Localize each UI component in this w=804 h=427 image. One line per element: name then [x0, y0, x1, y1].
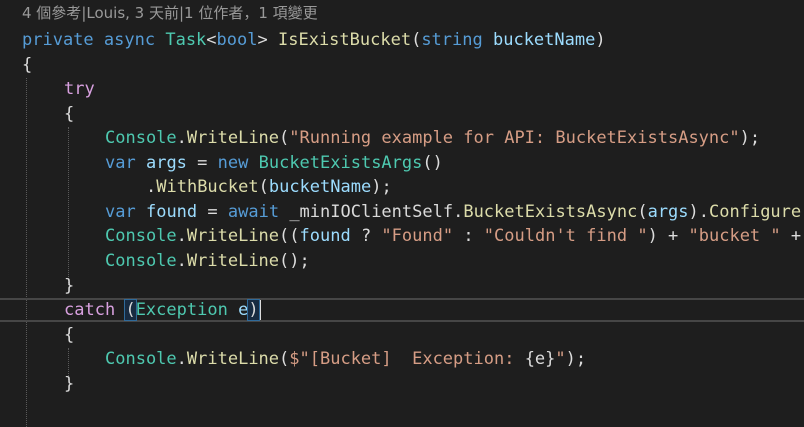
- keyword-await: await: [227, 202, 280, 222]
- paren-open: (: [258, 177, 269, 197]
- method-configure: Configure: [709, 202, 802, 222]
- dot: .: [176, 349, 187, 369]
- paren-close-matched: ): [247, 299, 260, 321]
- interpolation-hole: {e}: [524, 349, 556, 369]
- param-bucket-name: bucketName: [492, 30, 596, 50]
- paren-open: (: [411, 30, 422, 50]
- code-line-11[interactable]: }: [64, 274, 74, 299]
- ident-args: args: [145, 153, 187, 173]
- statement-end: ();: [279, 251, 310, 271]
- code-line-5[interactable]: Console.WriteLine("Running example for A…: [105, 126, 760, 151]
- paren-open: ((: [279, 226, 300, 246]
- code-line-13[interactable]: {: [64, 323, 74, 348]
- concat-operator: +: [780, 226, 802, 246]
- brace-close: }: [64, 276, 75, 296]
- statement-end: );: [565, 349, 587, 369]
- code-line-2[interactable]: {: [22, 53, 32, 78]
- keyword-var: var: [105, 202, 136, 222]
- keyword-string: string: [421, 30, 483, 50]
- codelens-author-link[interactable]: Louis, 3 天前: [86, 4, 179, 22]
- dot: .: [176, 128, 187, 148]
- keyword-try: try: [64, 79, 95, 99]
- call-parens: (): [422, 153, 443, 173]
- ident-e: e: [238, 300, 249, 320]
- type-console: Console: [105, 128, 177, 148]
- code-line-7[interactable]: .WithBucket(bucketName);: [146, 175, 392, 200]
- type-console: Console: [105, 349, 177, 369]
- code-line-12[interactable]: catch (Exception e): [64, 298, 261, 323]
- dot: .: [146, 177, 157, 197]
- keyword-bool: bool: [216, 30, 258, 50]
- code-line-1[interactable]: private async Task<bool> IsExistBucket(s…: [22, 28, 606, 53]
- brace-open: {: [64, 325, 75, 345]
- paren-open: (: [637, 202, 648, 222]
- dot: .: [176, 251, 187, 271]
- paren-close-dot: ).: [688, 202, 710, 222]
- method-bucket-exists-async: BucketExistsAsync: [463, 202, 638, 222]
- codelens-references-link[interactable]: 4 個參考: [22, 4, 81, 22]
- ident-found: found: [145, 202, 198, 222]
- method-writeline: WriteLine: [186, 128, 280, 148]
- string-couldnt-find: "Couldn't find ": [483, 226, 648, 246]
- keyword-new: new: [217, 153, 249, 173]
- generic-close: >: [257, 30, 268, 50]
- string-bucket: "bucket ": [688, 226, 781, 246]
- paren-open: (: [279, 349, 290, 369]
- code-line-8[interactable]: var found = await _minIOClientSelf.Bucke…: [105, 200, 801, 225]
- type-task: Task: [165, 30, 207, 50]
- dot: .: [453, 202, 464, 222]
- keyword-catch: catch: [64, 300, 116, 320]
- indent-guide-method: [26, 78, 27, 427]
- method-writeline: WriteLine: [186, 226, 280, 246]
- statement-end: );: [739, 128, 761, 148]
- keyword-private: private: [22, 30, 94, 50]
- paren-open-matched: (: [124, 299, 137, 321]
- dot: .: [176, 226, 187, 246]
- code-line-14[interactable]: Console.WriteLine($"[Bucket] Exception: …: [105, 347, 586, 372]
- assign-operator: =: [186, 153, 218, 173]
- ternary-question: ?: [350, 226, 382, 246]
- string-found: "Found": [381, 226, 454, 246]
- generic-open: <: [206, 30, 217, 50]
- code-line-9[interactable]: Console.WriteLine((found ? "Found" : "Co…: [105, 224, 801, 249]
- code-line-4[interactable]: {: [64, 102, 74, 127]
- type-console: Console: [105, 226, 177, 246]
- type-bucket-exists-args: BucketExistsArgs: [258, 153, 423, 173]
- ternary-colon: :: [453, 226, 484, 246]
- paren-close: ): [595, 30, 606, 50]
- code-line-3[interactable]: try: [64, 77, 95, 102]
- arg-bucket-name: bucketName: [268, 177, 372, 197]
- indent-guide-try-block: [68, 127, 69, 285]
- interpolated-string-end: ": [555, 349, 566, 369]
- interpolated-string: $"[Bucket] Exception:: [289, 349, 525, 369]
- code-line-10[interactable]: Console.WriteLine();: [105, 249, 310, 274]
- method-name: IsExistBucket: [278, 30, 412, 50]
- codelens-bar: 4 個參考|Louis, 3 天前|1 位作者，1 項變更: [22, 2, 318, 24]
- method-writeline: WriteLine: [186, 251, 280, 271]
- field-minio-client: _minIOClientSelf: [289, 202, 454, 222]
- paren-open: (: [279, 128, 290, 148]
- type-exception: Exception: [135, 300, 228, 320]
- brace-open: {: [22, 55, 33, 75]
- string-literal: "Running example for API: BucketExistsAs…: [289, 128, 740, 148]
- brace-close: }: [64, 374, 75, 394]
- method-withbucket: WithBucket: [156, 177, 259, 197]
- method-writeline: WriteLine: [186, 349, 280, 369]
- codelens-changes-link[interactable]: 1 位作者，1 項變更: [184, 4, 318, 22]
- keyword-async: async: [103, 30, 156, 50]
- statement-end: );: [371, 177, 392, 197]
- keyword-var: var: [105, 153, 136, 173]
- code-line-15[interactable]: }: [64, 372, 74, 397]
- type-console: Console: [105, 251, 177, 271]
- assign-operator: =: [197, 202, 228, 222]
- brace-open: {: [64, 104, 75, 124]
- concat-operator: ) +: [647, 226, 689, 246]
- arg-args: args: [647, 202, 689, 222]
- code-editor[interactable]: 4 個參考|Louis, 3 天前|1 位作者，1 項變更 private as…: [0, 0, 804, 427]
- text-caret: [258, 300, 261, 320]
- code-line-6[interactable]: var args = new BucketExistsArgs(): [105, 151, 443, 176]
- ident-found: found: [299, 226, 351, 246]
